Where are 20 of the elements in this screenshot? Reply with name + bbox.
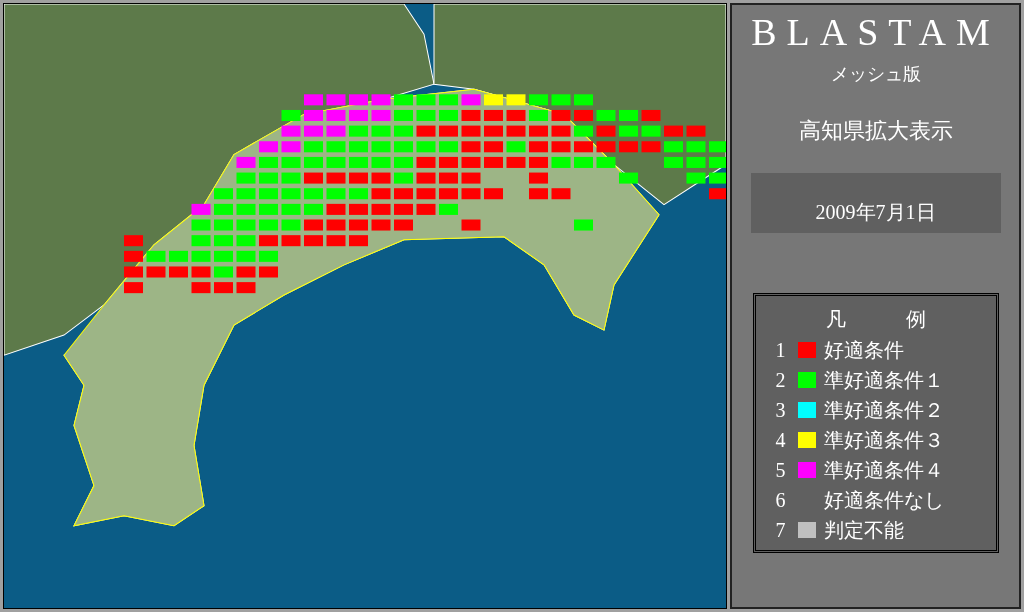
legend-label: 準好適条件４ (823, 458, 944, 483)
legend-label: 準好適条件１ (823, 368, 944, 393)
subtitle: メッシュ版 (830, 63, 921, 86)
legend-label: 好適条件 (823, 338, 904, 363)
legend-label: 判定不能 (823, 518, 904, 543)
app-title: BLASTAM (751, 13, 1000, 51)
legend-label: 準好適条件２ (823, 398, 944, 423)
legend-number: 5 (775, 458, 787, 483)
legend-number: 3 (775, 398, 787, 423)
legend-label: 好適条件なし (823, 488, 944, 513)
date-panel: 2009年7月1日 (750, 173, 1001, 233)
legend-number: 2 (775, 368, 787, 393)
legend-number: 6 (775, 488, 787, 513)
legend-number: 7 (775, 518, 787, 543)
legend-number: 1 (775, 338, 787, 363)
legend-title: 例 (905, 307, 926, 332)
view-label: 高知県拡大表示 (798, 117, 953, 145)
legend-label: 準好適条件３ (823, 428, 944, 453)
legend-number: 4 (775, 428, 787, 453)
legend-title: 凡 (825, 307, 846, 332)
